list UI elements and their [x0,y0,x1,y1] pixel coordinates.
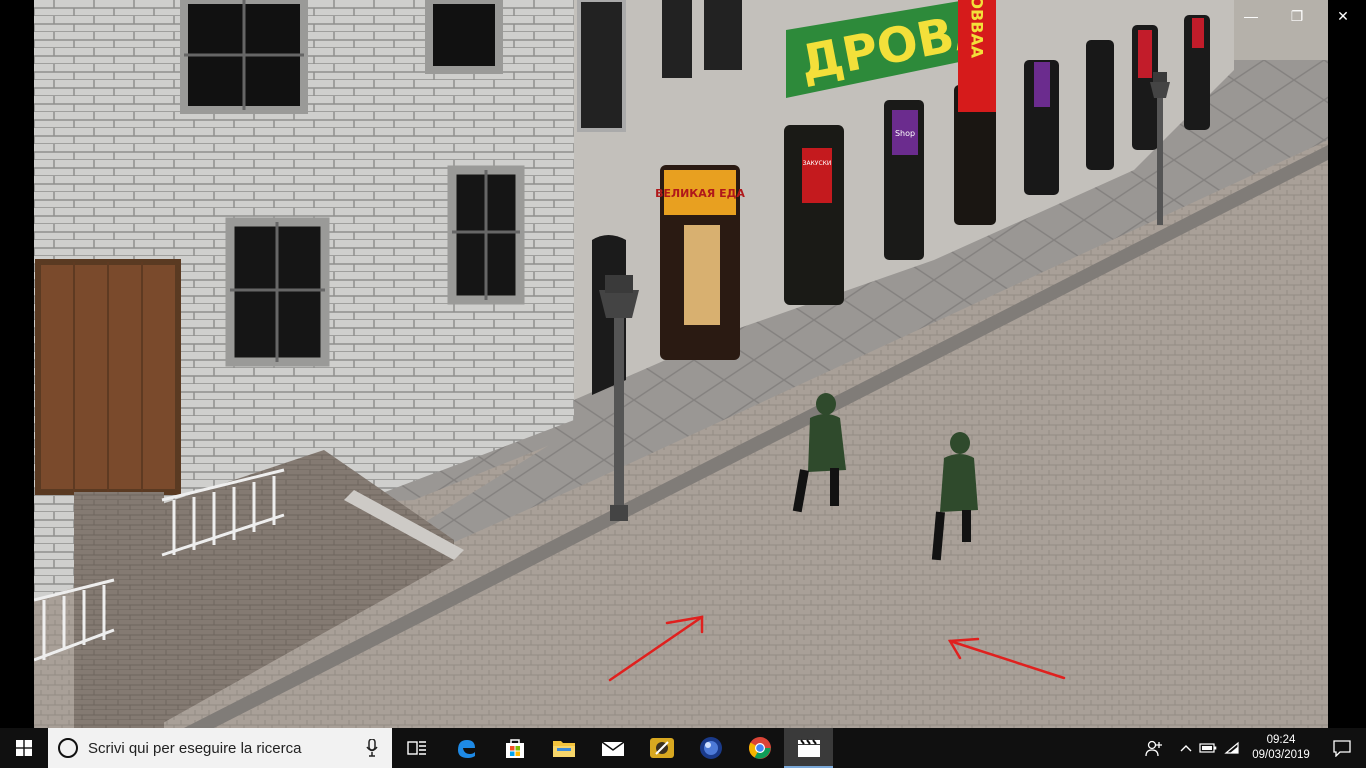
task-view-button[interactable] [392,728,441,768]
clapperboard-icon [797,739,820,757]
vertical-sign-text: ООВВАА [968,0,987,59]
taskbar-apps [392,728,833,768]
clock-date: 09/03/2019 [1252,749,1310,761]
movies-button[interactable] [784,728,833,768]
chevron-up-icon[interactable] [1176,728,1196,768]
viewer-window: ВЕЛИКАЯ ЕДА ЗАКУСКИ Shop ДРОВА ООВВАА — … [0,0,1366,728]
app-icon [649,738,674,758]
search-input[interactable]: Scrivi qui per eseguire la ricerca [48,728,392,768]
file-explorer-button[interactable] [539,728,588,768]
clock-time: 09:24 [1266,734,1296,746]
shop-orange-label: ВЕЛИКАЯ ЕДА [655,187,745,200]
battery-icon[interactable] [1196,728,1220,768]
window-controls: — ❐ ✕ [1228,0,1366,32]
maximize-button[interactable]: ❐ [1274,0,1320,32]
people-icon[interactable] [1142,728,1166,768]
start-button[interactable] [0,728,48,768]
shop-red-label: ЗАКУСКИ [803,160,832,167]
folder-icon [552,741,575,757]
task-view-icon [406,741,426,755]
shop-purple-label: Shop [895,129,915,138]
system-tray: 09:24 09/03/2019 [1142,728,1366,768]
microphone-icon[interactable] [352,728,392,768]
chrome-icon [748,737,771,759]
edge-icon [457,740,475,758]
cortana-icon [58,738,78,758]
minimize-button[interactable]: — [1228,0,1274,32]
windows-icon [16,740,32,756]
search-placeholder: Scrivi qui per eseguire la ricerca [88,739,302,757]
window [425,0,503,74]
mail-icon [601,741,624,756]
clock[interactable]: 09:24 09/03/2019 [1244,733,1318,763]
mail-button[interactable] [588,728,637,768]
notification-icon [1333,740,1351,757]
action-center-button[interactable] [1318,728,1366,768]
edge-button[interactable] [441,728,490,768]
render-viewport: ВЕЛИКАЯ ЕДА ЗАКУСКИ Shop ДРОВА ООВВАА [34,0,1328,728]
chrome-button[interactable] [735,728,784,768]
taskbar: Scrivi qui per eseguire la ricerca 09:24… [0,728,1366,768]
street-scene: ВЕЛИКАЯ ЕДА ЗАКУСКИ Shop ДРОВА ООВВАА [34,0,1328,728]
sphere-icon [699,737,722,759]
close-button[interactable]: ✕ [1320,0,1366,32]
store-icon [505,739,524,758]
sign-red [802,148,832,203]
app-yellow-button[interactable] [637,728,686,768]
store-button[interactable] [490,728,539,768]
cinema4d-button[interactable] [686,728,735,768]
wifi-icon[interactable] [1220,728,1244,768]
